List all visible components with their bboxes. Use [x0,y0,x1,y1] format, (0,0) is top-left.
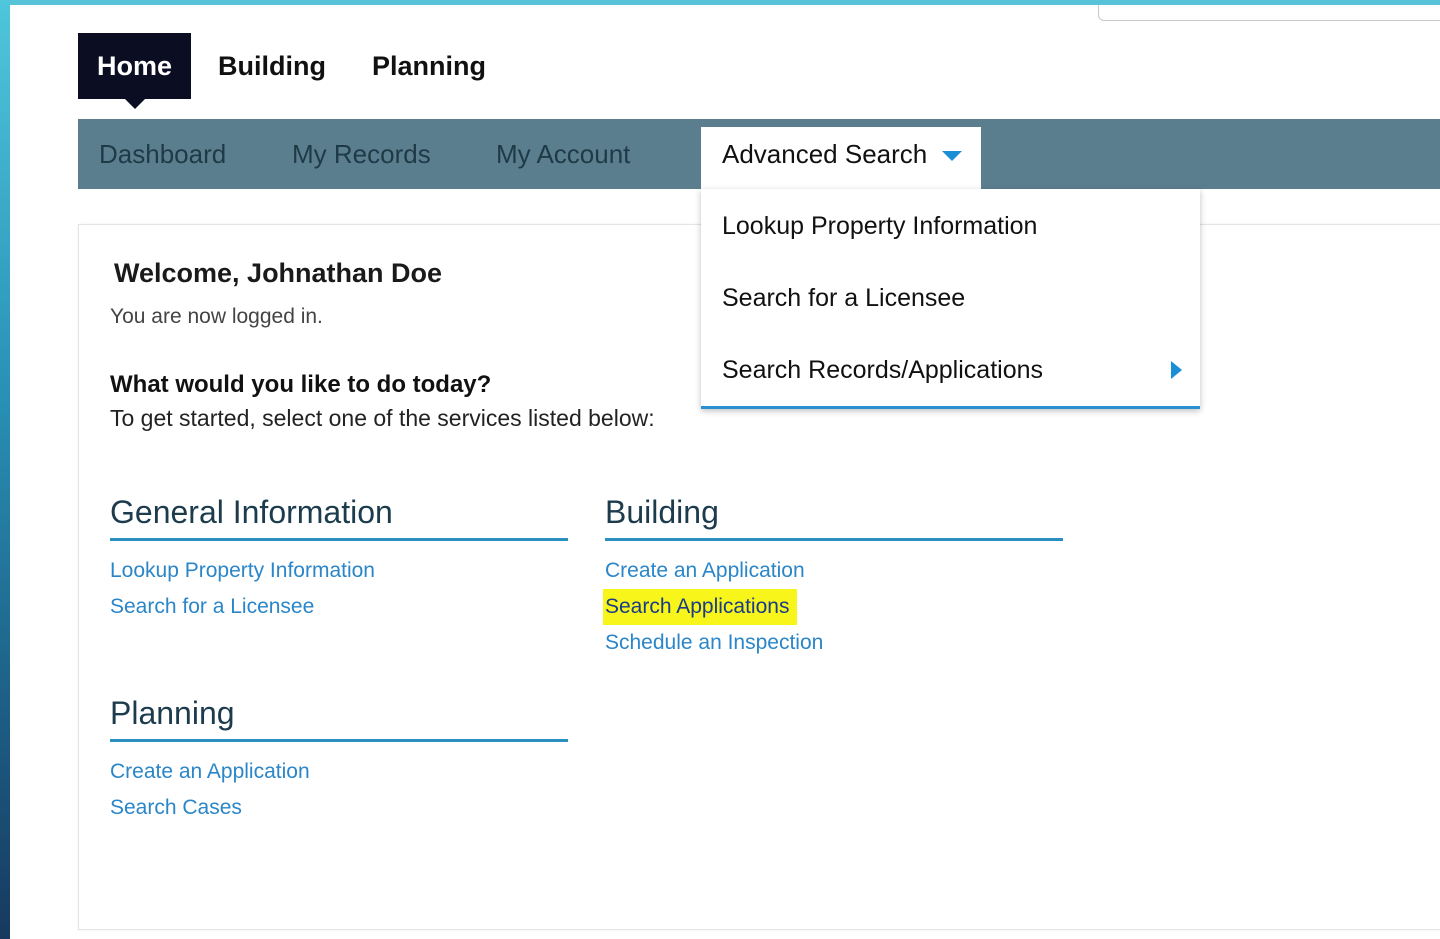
caret-down-icon [942,151,962,161]
global-search-box[interactable] [1098,5,1440,21]
section-title: Building [605,492,1063,541]
section-links: Create an Application Search Application… [603,541,1063,661]
tab-planning-label: Planning [372,51,486,81]
active-tab-pointer [124,99,145,109]
tab-home-label: Home [97,51,173,81]
menu-item-search-licensee[interactable]: Search for a Licensee [722,278,1182,318]
link-building-search-applications[interactable]: Search Applications [603,589,798,625]
link-planning-create-application[interactable]: Create an Application [110,754,310,790]
advanced-search-dropdown: Lookup Property Information Search for a… [701,189,1200,409]
window-left-edge [0,0,10,939]
section-building: Building Create an Application Search Ap… [603,492,1063,661]
menu-item-search-records-label: Search Records/Applications [722,356,1043,384]
login-status-text: You are now logged in. [110,305,323,328]
tab-building[interactable]: Building [199,33,345,99]
link-search-licensee[interactable]: Search for a Licensee [110,589,314,625]
module-tabs: Home Building Planning [78,33,513,109]
nav-advanced-search-label: Advanced Search [722,139,928,169]
menu-item-lookup-property[interactable]: Lookup Property Information [722,206,1182,246]
section-links: Lookup Property Information Search for a… [110,541,568,625]
menu-item-search-records[interactable]: Search Records/Applications [722,350,1182,390]
link-lookup-property[interactable]: Lookup Property Information [110,553,375,589]
link-schedule-inspection[interactable]: Schedule an Inspection [605,625,823,661]
section-planning: Planning Create an Application Search Ca… [110,693,568,826]
link-search-cases[interactable]: Search Cases [110,790,242,826]
tab-planning[interactable]: Planning [353,33,505,99]
nav-dashboard[interactable]: Dashboard [99,119,226,189]
prompt-question: What would you like to do today? [110,371,492,398]
section-links: Create an Application Search Cases [110,742,568,826]
tab-building-label: Building [218,51,326,81]
prompt-instructions: To get started, select one of the servic… [110,405,655,431]
section-title: General Information [110,492,568,541]
nav-my-records[interactable]: My Records [292,119,431,189]
section-general-information: General Information Lookup Property Info… [110,492,568,625]
link-building-create-application[interactable]: Create an Application [605,553,805,589]
caret-right-icon [1171,361,1182,379]
tab-home[interactable]: Home [78,33,192,109]
welcome-heading: Welcome, Johnathan Doe [114,258,443,288]
nav-advanced-search[interactable]: Advanced Search [701,127,981,189]
nav-my-account[interactable]: My Account [496,119,630,189]
section-title: Planning [110,693,568,742]
